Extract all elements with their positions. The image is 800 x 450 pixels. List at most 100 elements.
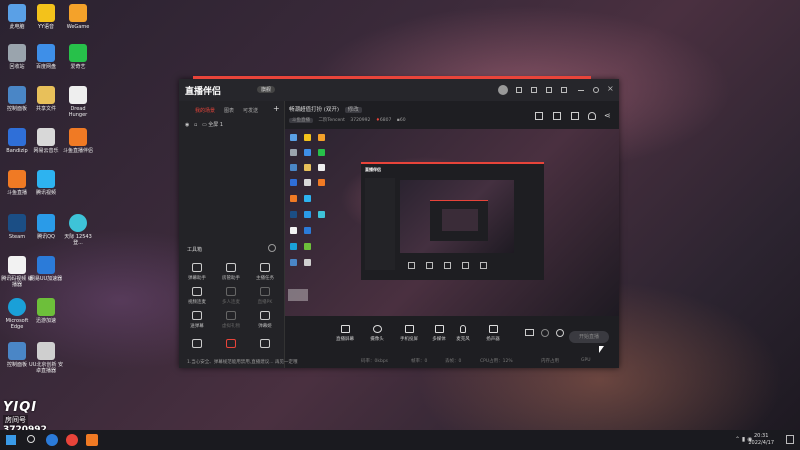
nested-preview-2 [442, 209, 478, 231]
video-link-icon [192, 287, 202, 296]
desktop-icon[interactable]: 网易UU加速器 [29, 256, 63, 282]
preview-icon [304, 164, 311, 171]
notification-icon[interactable] [786, 435, 794, 444]
desktop-icon[interactable]: UU北京创新 安卓直播器 [29, 342, 63, 374]
edge-taskbar-icon[interactable] [46, 434, 58, 446]
nested-bottom-bar [400, 260, 514, 270]
desktop-icon[interactable]: 腾讯视频 [29, 170, 63, 196]
tool-video-link[interactable]: 视频连麦 [183, 287, 211, 305]
tool-room-admin[interactable]: 房管助手 [217, 263, 245, 281]
desktop-icon[interactable]: WeGame [61, 4, 95, 30]
nested-left-panel [365, 178, 395, 270]
tool-multi-link[interactable]: 多人连麦 [217, 287, 245, 305]
room-category[interactable]: 斗鱼直播 [289, 118, 313, 123]
room-header: 畅潮超值打扮 (双开) 修改 [289, 105, 362, 113]
preview-icon [290, 243, 297, 250]
menu-icon[interactable] [561, 87, 567, 93]
desktop-icon[interactable]: 腾讯QQ [29, 214, 63, 240]
tool-danmu-ji[interactable]: 弹幕姬 [251, 311, 279, 329]
preview-icon [304, 179, 311, 186]
room-tool-icon-1[interactable] [535, 112, 543, 120]
scene-item[interactable]: ◉ ▫ ▭ 全屏 1 [185, 121, 223, 128]
room-edit-tag[interactable]: 修改 [344, 107, 362, 113]
desktop-icon[interactable]: Dread Hunger [61, 86, 95, 118]
source-toolbar: 直播屏幕 摄像头 手机投屏 多媒体 麦克风 扬声器 开始直播 [285, 319, 619, 351]
desktop-icon[interactable]: 共享文件 [29, 86, 63, 112]
settings-icon[interactable] [516, 87, 522, 93]
live-preview[interactable]: 直播伴侣 [285, 129, 619, 316]
preview-icon [290, 149, 297, 156]
version-badge[interactable]: 旗舰 [257, 86, 276, 93]
maximize-icon[interactable] [593, 87, 599, 93]
tool-host-task[interactable]: 主播任务 [251, 263, 279, 281]
tab-sendable[interactable]: 可发送 [243, 107, 258, 114]
desktop-icon[interactable]: 爱奇艺 [61, 44, 95, 70]
desktop-icon[interactable]: 迅游加速 [29, 298, 63, 324]
preview-icon [304, 195, 311, 202]
record-icon[interactable] [525, 329, 534, 336]
camera-icon [372, 325, 382, 333]
gear-icon[interactable] [556, 329, 564, 337]
desktop-icon[interactable]: 天际 12543 登... [61, 214, 95, 246]
search-icon[interactable] [27, 435, 35, 443]
start-live-button[interactable]: 开始直播 [569, 331, 609, 343]
room-tool-icon-2[interactable] [553, 112, 561, 120]
tool-virtual-gift[interactable]: 虚拟礼物 [217, 311, 245, 329]
status-bar: 码率：0kbps 帧率：0 丢帧：0 CPU占用：12% 内存占用 GPU [285, 355, 619, 368]
bell-icon[interactable] [588, 112, 596, 120]
tool-danmu-helper[interactable]: 弹幕助手 [183, 263, 211, 281]
preview-icon [290, 195, 297, 202]
user-icon [226, 263, 236, 272]
eye-toggle-icon[interactable] [541, 329, 549, 337]
tool-extra-1[interactable] [183, 339, 211, 351]
skin-icon[interactable] [531, 87, 537, 93]
room-tool-icon-3[interactable] [571, 112, 579, 120]
desktop-icon[interactable]: 网易云音乐 [29, 128, 63, 154]
desktop-icon[interactable]: 百度网盘 [29, 44, 63, 70]
tool-send-danmu[interactable]: 送弹幕 [183, 311, 211, 329]
scene-label: 全屏 1 [208, 122, 224, 128]
gift-icon [226, 311, 236, 320]
clock[interactable]: 20:31 2022/4/17 [748, 433, 774, 447]
camera-button[interactable]: 摄像头 [365, 325, 389, 342]
add-scene-icon[interactable]: + [273, 104, 280, 113]
nested-preview [400, 180, 514, 253]
windows-start-icon[interactable] [6, 435, 16, 445]
room-info: 斗鱼直播 二阶Tencent 3720992 ♦6807 ▪60 [289, 117, 406, 123]
nested-logo: 直播伴侣 [365, 167, 381, 172]
eye-icon[interactable]: ◉ [185, 122, 189, 128]
screen-capture-button[interactable]: 直播屏幕 [333, 325, 357, 342]
tool-live-pk[interactable]: 直播PK [251, 287, 279, 305]
toolbox-title: 工具箱 [187, 247, 203, 253]
media-button[interactable]: 多媒体 [427, 325, 451, 342]
preview-room-overlay [288, 289, 308, 301]
nested-icon [408, 262, 415, 269]
preview-icon [318, 211, 325, 218]
room-owner: 二阶Tencent [318, 118, 345, 123]
close-icon[interactable]: × [607, 84, 614, 93]
status-cpu: CPU占用：12% [480, 359, 513, 364]
minimize-icon[interactable] [578, 90, 584, 91]
netease-music-taskbar-icon[interactable] [66, 434, 78, 446]
phone-cast-button[interactable]: 手机投屏 [397, 325, 421, 342]
tab-charts[interactable]: 图表 [224, 107, 234, 114]
danmu-icon [192, 263, 202, 272]
desktop-icon[interactable]: YY语音 [29, 4, 63, 30]
live-assistant-taskbar-icon[interactable] [86, 434, 98, 446]
speaker-button[interactable]: 扬声器 [481, 325, 505, 342]
play-icon [434, 325, 444, 333]
tool-extra-2[interactable] [217, 339, 245, 351]
title-bar: 直播伴侣 旗舰 × [179, 79, 619, 101]
message-icon[interactable] [546, 87, 552, 93]
tool-extra-3[interactable] [251, 339, 279, 351]
status-bitrate: 码率：0kbps [361, 359, 389, 364]
share-icon[interactable]: ⋖ [604, 111, 611, 120]
avatar[interactable] [498, 85, 508, 95]
microphone-button[interactable]: 麦克风 [451, 325, 475, 342]
toolbox-more-icon[interactable] [268, 244, 276, 252]
tab-my-scenes[interactable]: 我的场景 [195, 107, 215, 114]
status-memory: 内存占用 [541, 359, 559, 364]
preview-icon [318, 179, 325, 186]
desktop-icon[interactable]: 斗鱼直播伴侣 [61, 128, 95, 154]
lock-icon[interactable]: ▫ [194, 122, 197, 128]
